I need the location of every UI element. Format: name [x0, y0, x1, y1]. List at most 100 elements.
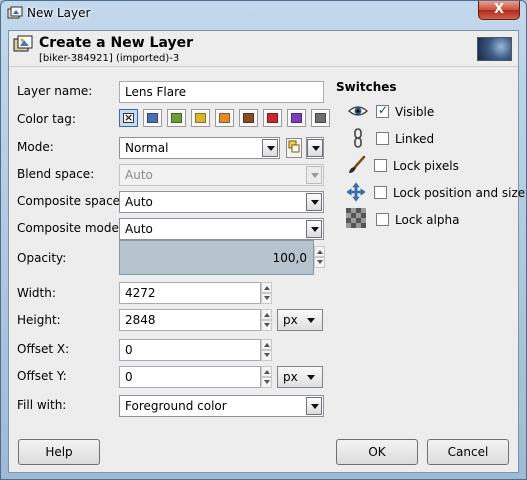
chevron-down-icon	[307, 139, 323, 157]
opacity-spinner[interactable]	[314, 246, 325, 268]
composite-space-label: Composite space:	[17, 194, 125, 208]
switches-heading: Switches	[336, 80, 397, 94]
checkerboard-icon	[346, 208, 366, 228]
offset-x-spinner[interactable]	[261, 339, 272, 361]
spin-up-icon[interactable]	[261, 366, 272, 377]
layer-name-label: Layer name:	[17, 84, 93, 98]
blend-space-label: Blend space:	[17, 167, 95, 181]
opacity-slider[interactable]: 100,0	[119, 240, 314, 275]
new-layer-icon	[13, 35, 33, 52]
color-tag-red[interactable]	[263, 109, 282, 127]
spin-up-icon[interactable]	[261, 309, 272, 320]
composite-mode-value: Auto	[125, 222, 153, 236]
offset-y-label: Offset Y:	[17, 369, 67, 383]
color-tag-violet[interactable]	[287, 109, 306, 127]
composite-space-value: Auto	[125, 195, 153, 209]
color-swatch-green	[171, 113, 182, 123]
dialog-window: New Layer X Create a New Layer [biker-38…	[0, 0, 527, 480]
width-spinner[interactable]	[261, 282, 272, 304]
layer-name-input[interactable]: Lens Flare	[119, 81, 324, 103]
ok-button[interactable]: OK	[336, 439, 418, 465]
offset-x-input[interactable]: 0	[119, 339, 261, 361]
spin-down-icon[interactable]	[261, 350, 272, 361]
offset-y-spinner[interactable]	[261, 366, 272, 388]
color-swatch-violet	[291, 113, 302, 123]
dialog-title: Create a New Layer	[39, 35, 193, 51]
spin-down-icon[interactable]	[261, 293, 272, 304]
color-swatch-none	[123, 111, 134, 124]
linked-checkbox[interactable]	[376, 132, 389, 145]
lock-position-label[interactable]: Lock position and size	[393, 186, 525, 200]
color-tag-label: Color tag:	[17, 112, 76, 126]
dialog-header: Create a New Layer [biker-384921] (impor…	[9, 31, 518, 67]
visible-label[interactable]: Visible	[395, 105, 434, 119]
visible-checkbox[interactable]	[376, 103, 389, 118]
spin-up-icon[interactable]	[314, 246, 325, 257]
color-swatch-orange	[219, 113, 230, 123]
height-spinner[interactable]	[261, 309, 272, 331]
spin-up-icon[interactable]	[261, 339, 272, 350]
opacity-label: Opacity:	[17, 251, 67, 265]
mode-label: Mode:	[17, 140, 54, 154]
mode-group-combo[interactable]	[306, 137, 324, 159]
chevron-down-icon	[306, 397, 322, 415]
width-input[interactable]: 4272	[119, 282, 261, 304]
color-swatch-red	[267, 113, 278, 123]
composite-mode-combo[interactable]: Auto	[119, 218, 324, 240]
color-tag-brown[interactable]	[239, 109, 258, 127]
image-name: [biker-384921] (imported)-3	[39, 53, 180, 64]
lock-pixels-label[interactable]: Lock pixels	[393, 159, 459, 173]
width-label: Width:	[17, 286, 56, 300]
gimp-layer-icon	[7, 6, 23, 19]
offset-x-label: Offset X:	[17, 342, 70, 356]
mode-switch-icon[interactable]	[286, 138, 302, 158]
height-input[interactable]: 2848	[119, 309, 261, 331]
composite-space-combo[interactable]: Auto	[119, 191, 324, 213]
color-swatch-yellow	[195, 113, 206, 123]
spin-down-icon[interactable]	[261, 320, 272, 331]
chain-icon	[354, 128, 362, 148]
fill-with-value: Foreground color	[125, 399, 227, 413]
chevron-down-icon	[306, 193, 322, 211]
size-unit-dropdown[interactable]: px	[277, 309, 323, 331]
offset-y-input[interactable]: 0	[119, 366, 261, 388]
move-arrows-icon	[346, 182, 366, 202]
blend-space-combo: Auto	[119, 164, 324, 186]
lock-pixels-checkbox[interactable]	[374, 159, 387, 172]
color-tag-orange[interactable]	[215, 109, 234, 127]
fill-with-combo[interactable]: Foreground color	[119, 395, 324, 417]
eye-icon	[348, 106, 368, 116]
lock-alpha-label[interactable]: Lock alpha	[395, 213, 459, 227]
window-title: New Layer	[27, 6, 91, 20]
color-tag-gray[interactable]	[311, 109, 330, 127]
fill-with-label: Fill with:	[17, 398, 67, 412]
color-tag-none[interactable]	[119, 109, 138, 127]
color-swatch-brown	[243, 113, 254, 123]
chevron-down-icon	[306, 220, 322, 238]
color-swatch-blue	[147, 113, 158, 123]
help-button[interactable]: Help	[18, 439, 100, 465]
cancel-button[interactable]: Cancel	[427, 439, 509, 465]
linked-label[interactable]: Linked	[395, 132, 434, 146]
mode-value: Normal	[125, 141, 169, 155]
spin-up-icon[interactable]	[261, 282, 272, 293]
offset-unit-dropdown[interactable]: px	[277, 366, 323, 388]
color-tag-blue[interactable]	[143, 109, 162, 127]
chevron-down-icon	[306, 166, 322, 184]
lock-alpha-checkbox[interactable]	[376, 213, 389, 226]
height-label: Height:	[17, 313, 61, 327]
opacity-value: 100,0	[272, 251, 307, 265]
lock-position-checkbox[interactable]	[374, 186, 387, 199]
color-tag-green[interactable]	[167, 109, 186, 127]
color-tag-yellow[interactable]	[191, 109, 210, 127]
composite-mode-label: Composite mode:	[17, 221, 123, 235]
title-bar[interactable]: New Layer X	[1, 1, 526, 27]
mode-combo[interactable]: Normal	[119, 137, 280, 159]
paintbrush-icon	[349, 155, 366, 173]
color-swatch-gray	[315, 113, 326, 123]
spin-down-icon[interactable]	[261, 377, 272, 388]
close-button[interactable]: X	[478, 1, 520, 20]
dialog-body: Create a New Layer [biker-384921] (impor…	[8, 30, 525, 473]
image-thumbnail	[477, 37, 512, 61]
spin-down-icon[interactable]	[314, 257, 325, 268]
